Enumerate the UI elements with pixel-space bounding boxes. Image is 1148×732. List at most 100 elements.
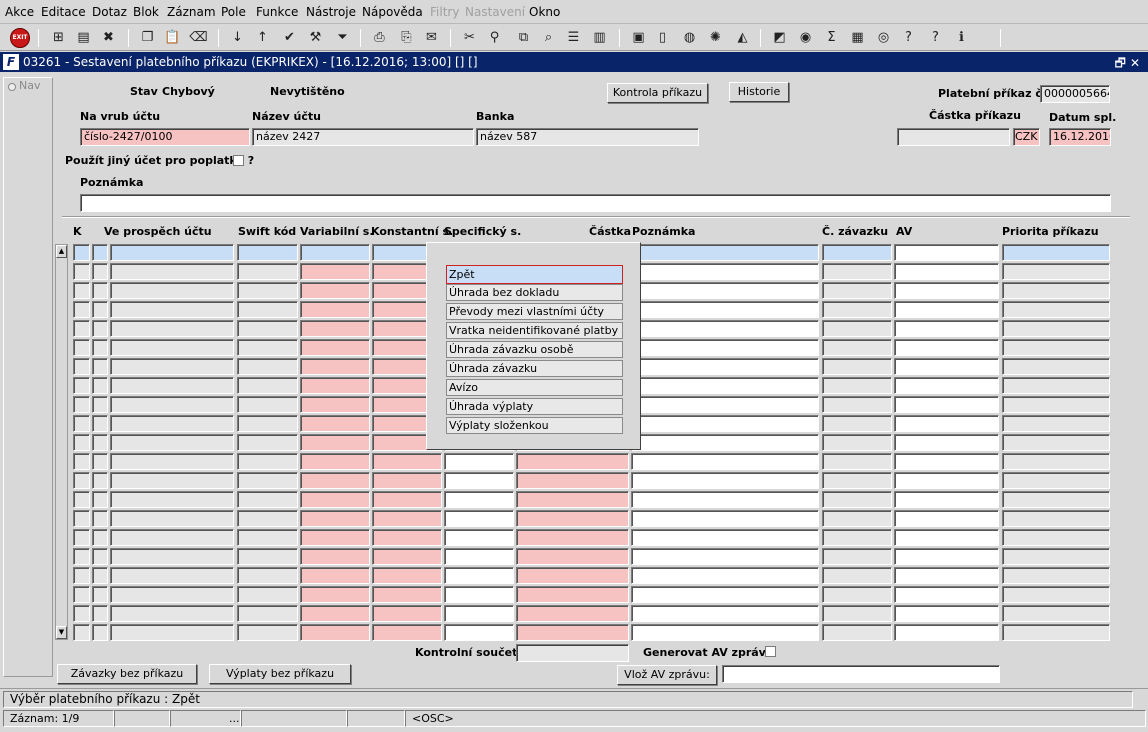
save-icon[interactable]: ▤ [74, 28, 93, 47]
table-cell[interactable] [92, 472, 108, 489]
table-cell[interactable] [631, 586, 819, 603]
table-cell[interactable] [631, 358, 819, 375]
table-cell[interactable] [444, 586, 514, 603]
table-cell[interactable] [110, 453, 234, 470]
generovat-av-checkbox[interactable] [765, 646, 776, 657]
table-cell[interactable] [110, 605, 234, 622]
table-cell[interactable] [372, 624, 442, 641]
table-cell[interactable] [631, 282, 819, 299]
popup-item[interactable]: Úhrada výplaty [446, 398, 623, 415]
table-cell[interactable] [237, 586, 298, 603]
table-cell[interactable] [237, 472, 298, 489]
table-cell[interactable] [1002, 491, 1110, 508]
scroll-up-arrow[interactable]: ▲ [56, 245, 67, 258]
table-cell[interactable] [92, 605, 108, 622]
table-cell[interactable] [372, 529, 442, 546]
table-cell[interactable] [1002, 396, 1110, 413]
table-scrollbar[interactable]: ▲ ▼ [55, 244, 68, 640]
table-cell[interactable] [300, 624, 370, 641]
table-cell[interactable] [1002, 548, 1110, 565]
table-cell[interactable] [110, 567, 234, 584]
scroll-down-arrow[interactable]: ▼ [56, 626, 67, 639]
table-cell[interactable] [894, 358, 999, 375]
list-icon[interactable]: ☰ [564, 28, 583, 47]
table-cell[interactable] [237, 605, 298, 622]
table-cell[interactable] [631, 263, 819, 280]
table-cell[interactable] [92, 320, 108, 337]
nav-radio[interactable] [8, 83, 16, 91]
table-cell[interactable] [631, 624, 819, 641]
table-cell[interactable] [894, 472, 999, 489]
table-cell[interactable] [631, 567, 819, 584]
table-cell[interactable] [92, 548, 108, 565]
table-cell[interactable] [300, 567, 370, 584]
question-icon[interactable]: ? [926, 28, 945, 47]
table-cell[interactable] [822, 529, 892, 546]
table-cell[interactable] [237, 244, 298, 261]
table-cell[interactable] [73, 358, 90, 375]
table-cell[interactable] [73, 377, 90, 394]
document-icon[interactable]: ▯ [653, 28, 672, 47]
vloz-av-zpravu-field[interactable] [722, 665, 1000, 683]
help-icon[interactable]: ? [899, 28, 918, 47]
table-cell[interactable] [237, 548, 298, 565]
table-cell[interactable] [92, 491, 108, 508]
table-cell[interactable] [631, 320, 819, 337]
table-cell[interactable] [822, 605, 892, 622]
table-cell[interactable] [110, 301, 234, 318]
table-cell[interactable] [237, 510, 298, 527]
table-cell[interactable] [92, 586, 108, 603]
table-cell[interactable] [1002, 358, 1110, 375]
kontrola-prikazu-button[interactable]: Kontrola příkazu [607, 83, 708, 103]
table-cell[interactable] [300, 510, 370, 527]
table-cell[interactable] [73, 339, 90, 356]
table-cell[interactable] [372, 586, 442, 603]
table-cell[interactable] [1002, 377, 1110, 394]
columns-icon[interactable]: ▥ [590, 28, 609, 47]
table-cell[interactable] [73, 586, 90, 603]
table-cell[interactable] [1002, 263, 1110, 280]
table-cell[interactable] [444, 605, 514, 622]
table-cell[interactable] [237, 377, 298, 394]
info-icon[interactable]: ℹ [952, 28, 971, 47]
table-cell[interactable] [444, 624, 514, 641]
table-cell[interactable] [1002, 529, 1110, 546]
table-cell[interactable] [73, 491, 90, 508]
table-cell[interactable] [372, 567, 442, 584]
vrub-uctu-field[interactable]: číslo-2427/0100 [80, 128, 250, 146]
table-cell[interactable] [73, 624, 90, 641]
table-cell[interactable] [300, 415, 370, 432]
table-cell[interactable] [631, 244, 819, 261]
table-cell[interactable] [516, 605, 629, 622]
menu-2[interactable]: Dotaz [92, 5, 127, 19]
menu-4[interactable]: Záznam [167, 5, 216, 19]
table-cell[interactable] [237, 415, 298, 432]
table-cell[interactable] [237, 624, 298, 641]
table-cell[interactable] [237, 529, 298, 546]
table-cell[interactable] [110, 396, 234, 413]
menu-1[interactable]: Editace [41, 5, 86, 19]
table-cell[interactable] [894, 282, 999, 299]
table-cell[interactable] [92, 510, 108, 527]
sort-asc-icon[interactable]: ↓ [228, 28, 247, 47]
exit-button[interactable]: EXIT [10, 28, 30, 48]
mail-icon[interactable]: ✉ [422, 28, 441, 47]
table-cell[interactable] [894, 320, 999, 337]
table-cell[interactable] [73, 548, 90, 565]
table-cell[interactable] [237, 396, 298, 413]
table-cell[interactable] [110, 358, 234, 375]
table-cell[interactable] [631, 453, 819, 470]
table-cell[interactable] [300, 548, 370, 565]
table-cell[interactable] [110, 434, 234, 451]
table-cell[interactable] [300, 358, 370, 375]
table-cell[interactable] [92, 453, 108, 470]
popup-item[interactable]: Výplaty složenkou [446, 417, 623, 434]
table-cell[interactable] [631, 415, 819, 432]
table-cell[interactable] [300, 434, 370, 451]
table-cell[interactable] [822, 377, 892, 394]
table-cell[interactable] [300, 396, 370, 413]
table-cell[interactable] [372, 472, 442, 489]
table-cell[interactable] [1002, 244, 1110, 261]
table-cell[interactable] [92, 529, 108, 546]
table-cell[interactable] [1002, 605, 1110, 622]
